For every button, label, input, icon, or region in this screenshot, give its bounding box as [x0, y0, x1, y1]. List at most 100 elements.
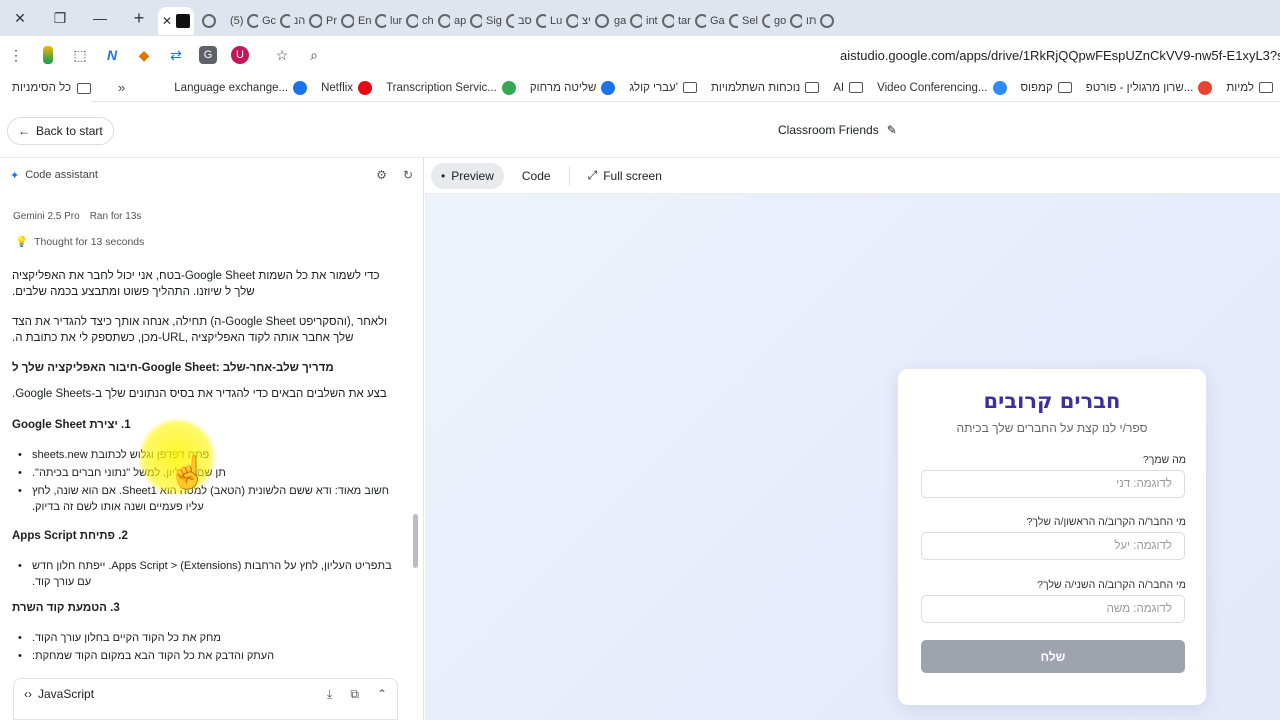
netflix-icon — [358, 80, 373, 95]
tab-fullscreen[interactable]: ⤢ Full screen — [578, 163, 672, 189]
friend1-label: מי החבר/ה הקרוב/ה הראשון/ה שלך? — [1026, 516, 1186, 528]
menu-dots-icon[interactable]: ⋮ — [0, 39, 32, 71]
browser-tab[interactable]: En — [354, 7, 386, 35]
minimize-window-icon[interactable]: — — [80, 0, 120, 36]
bookmark-star-icon[interactable]: ☆ — [266, 39, 298, 71]
check-icon — [601, 80, 616, 95]
submit-button[interactable]: שלח — [921, 640, 1185, 673]
bookmark-item[interactable]: Video Conferencing... — [870, 80, 1013, 95]
browser-tab[interactable]: int — [642, 7, 674, 35]
edit-pencil-icon[interactable]: ✎ — [887, 123, 897, 137]
scrollbar-thumb[interactable] — [413, 514, 418, 568]
browser-tab[interactable]: הנ — [290, 7, 322, 35]
copy-icon[interactable]: ⧉ — [350, 687, 359, 702]
folder-icon — [682, 82, 697, 93]
search-lens-icon[interactable]: ⌕ — [298, 39, 330, 71]
browser-tab[interactable]: Pr — [322, 7, 354, 35]
all-bookmarks[interactable]: כל הסימניות — [0, 74, 91, 102]
preview-tabs: • Preview Code ⤢ Full screen — [425, 158, 1280, 194]
browser-tab[interactable]: ch — [418, 7, 450, 35]
browser-tab[interactable]: ga — [610, 7, 642, 35]
friend2-label: מי החבר/ה הקרוב/ה השני/ה שלך? — [1037, 579, 1186, 591]
extension-tools-icon[interactable] — [32, 39, 64, 71]
bookmark-item[interactable]: שליטה מרחוק — [523, 80, 623, 95]
bookmark-item[interactable]: למיות — [1219, 81, 1280, 95]
google-icon — [1198, 80, 1213, 95]
browser-tab-label: Sel — [742, 15, 758, 27]
new-tab-icon[interactable]: + — [120, 0, 158, 36]
extension-g-icon[interactable]: G — [192, 39, 224, 71]
download-icon[interactable]: ⤓ — [327, 687, 332, 702]
bookmark-item[interactable]: Language exchange... — [167, 80, 314, 95]
app-icon — [535, 14, 546, 28]
browser-tab[interactable]: lur — [386, 7, 418, 35]
list-item: פתח דפדפן וגלוש לכתובת sheets.new — [14, 447, 404, 463]
browser-tab[interactable]: סב — [514, 7, 546, 35]
step-heading: 3. הטמעת קוד השרת — [12, 602, 120, 614]
bookmark-label: עברי קולג' — [629, 81, 678, 94]
bookmark-item[interactable]: Transcription Servic... — [379, 80, 523, 95]
all-bookmarks-label: כל הסימניות — [12, 82, 71, 94]
bookmark-item[interactable]: Netflix — [314, 80, 379, 95]
browser-tab-label: יצ — [582, 15, 591, 27]
puzzle-icon[interactable]: ⬚ — [64, 39, 96, 71]
app-icon — [501, 80, 516, 95]
back-to-start-button[interactable]: ← Back to start — [7, 117, 114, 145]
bookmark-label: AI — [833, 81, 845, 94]
extension-n-icon[interactable]: N — [96, 39, 128, 71]
friend2-input[interactable]: לדוגמה: משה — [921, 595, 1185, 623]
browser-tab[interactable]: Gc — [258, 7, 290, 35]
browser-tab[interactable]: יצ — [578, 7, 610, 35]
tab-code[interactable]: Code — [512, 163, 561, 189]
close-tab-icon[interactable]: ✕ — [162, 14, 172, 28]
close-window-icon[interactable]: ✕ — [0, 0, 40, 36]
bookmark-label: נוכחות השתלמויות — [710, 81, 801, 94]
double-chevron-icon[interactable]: « — [118, 80, 125, 95]
extension-sync-icon[interactable]: ⇄ — [160, 39, 192, 71]
bookmark-item[interactable]: קמפוס — [1014, 81, 1079, 95]
preview-panel: • Preview Code ⤢ Full screen חברים קרובי… — [425, 158, 1280, 720]
settings-gear-icon[interactable]: ⚙ — [376, 168, 387, 182]
browser-tab[interactable]: (5) — [226, 7, 258, 35]
loading-icon — [505, 14, 514, 28]
bookmark-label: למיות — [1226, 81, 1254, 94]
friend1-input[interactable]: לדוגמה: יעל — [921, 532, 1185, 560]
thought-toggle[interactable]: 💡 Thought for 13 seconds — [15, 235, 144, 249]
browser-tab[interactable]: Lu — [546, 7, 578, 35]
bookmark-label: Transcription Servic... — [386, 81, 497, 94]
bookmark-item[interactable]: AI — [826, 81, 870, 95]
browser-tab[interactable]: Sel — [738, 7, 770, 35]
browser-tab-label: תו — [806, 15, 817, 27]
name-input[interactable]: לדוגמה: דני — [921, 470, 1185, 498]
browser-tab[interactable]: Ga — [706, 7, 738, 35]
browser-tab[interactable]: Sig — [482, 7, 514, 35]
form-subtitle: ספר/י לנו קצת על החברים שלך בכיתה — [956, 421, 1148, 435]
address-bar-url[interactable]: aistudio.google.com/apps/drive/1RkRjQQpw… — [840, 48, 1280, 63]
browser-tab[interactable]: תו — [802, 7, 834, 35]
bookmark-label: Video Conferencing... — [877, 81, 988, 94]
bookmark-item[interactable]: עברי קולג' — [622, 81, 704, 95]
loading-icon — [728, 14, 738, 28]
bookmark-item[interactable]: נוכחות השתלמויות — [704, 81, 826, 95]
restore-window-icon[interactable]: ❐ — [40, 0, 80, 36]
extension-diamond-icon[interactable]: ◆ — [128, 39, 160, 71]
browser-tab[interactable]: go — [770, 7, 802, 35]
browser-toolbar: ⋮ ⬚ N ◆ ⇄ G U ☆ ⌕ aistudio.google.com/ap… — [0, 36, 1280, 74]
browser-tab[interactable] — [194, 7, 226, 35]
loading-icon — [566, 14, 578, 28]
browser-tab[interactable]: tar — [674, 7, 706, 35]
chevron-up-icon[interactable]: ⌃ — [377, 687, 387, 702]
bookmarks-list: למיות שרון מרגולין - פורטפ... קמפוס Video C… — [167, 80, 1280, 95]
bookmark-item[interactable]: שרון מרגולין - פורטפ... — [1079, 80, 1220, 95]
browser-tab-active[interactable]: ✕ — [158, 7, 194, 35]
refresh-icon[interactable]: ↻ — [403, 168, 413, 182]
scrollbar[interactable] — [413, 198, 419, 718]
extension-u-icon[interactable]: U — [224, 39, 256, 71]
message-paragraph: ולאחר ,(והסקריפט Google Sheet-ה) תחילה, … — [12, 316, 388, 344]
step1-list: פתח דפדפן וגלוש לכתובת sheets.new תן שם ל… — [14, 447, 404, 517]
browser-tab-label: Pr — [326, 15, 337, 27]
tab-preview[interactable]: • Preview — [431, 162, 504, 189]
app-icon — [341, 14, 354, 28]
run-meta: Gemini 2.5 Pro Ran for 13s — [13, 211, 141, 222]
browser-tab[interactable]: ap — [450, 7, 482, 35]
